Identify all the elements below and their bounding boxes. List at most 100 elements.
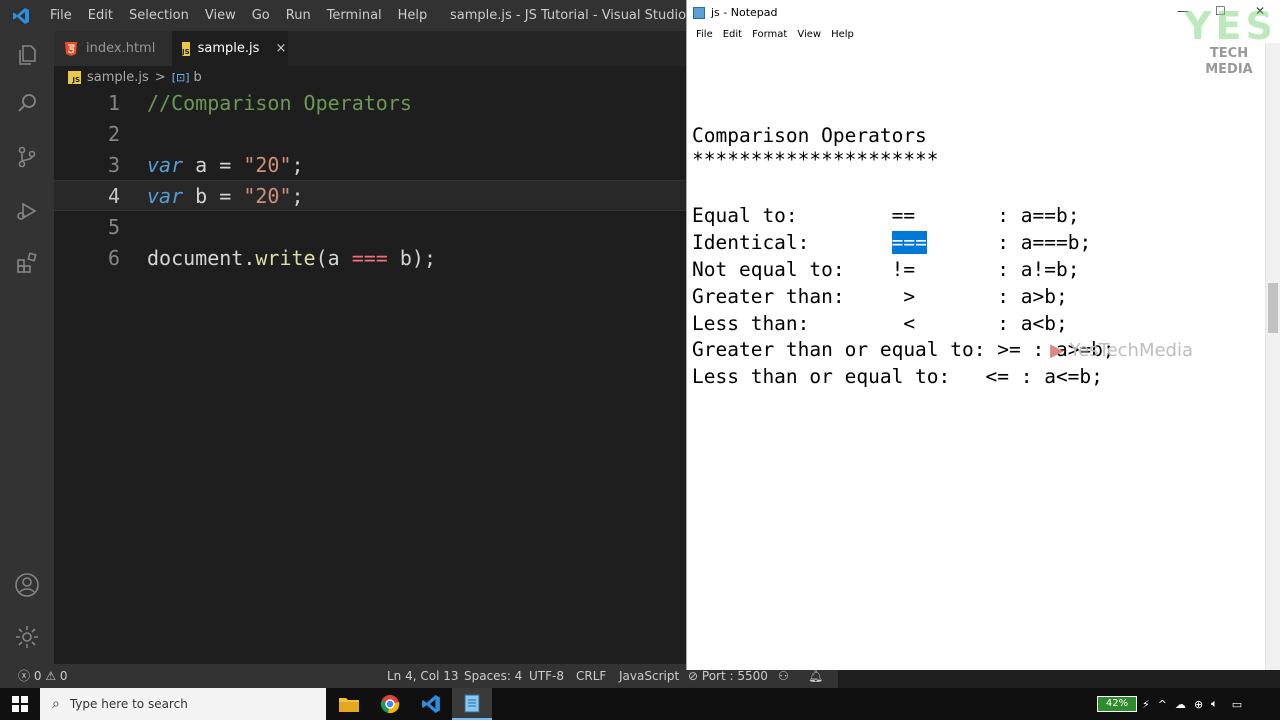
menu-selection[interactable]: Selection bbox=[121, 0, 197, 31]
breadcrumb: JS sample.js > [⊡] b bbox=[54, 66, 686, 88]
file-explorer-icon[interactable] bbox=[329, 688, 369, 720]
js-file-icon: JS bbox=[182, 41, 190, 56]
vscode-taskbar-icon[interactable] bbox=[411, 688, 451, 720]
np-value: : a===b; bbox=[926, 231, 1092, 254]
run-debug-icon[interactable] bbox=[0, 187, 54, 235]
code-object: document. bbox=[147, 246, 256, 270]
indentation[interactable]: Spaces: 4 bbox=[464, 664, 522, 688]
np-row-less: Less than: < : a<b; bbox=[692, 310, 1068, 337]
activity-bar bbox=[0, 31, 54, 664]
np-label: Equal to: bbox=[692, 204, 892, 227]
volume-icon[interactable]: 🔈︎ bbox=[1211, 697, 1218, 711]
system-tray: ⚡︎ ^ ☁︎ ⊕ 🔈︎ ▭ bbox=[1142, 688, 1242, 720]
np-value: < : a<b; bbox=[891, 312, 1068, 335]
brand-watermark: YES TECH MEDIA bbox=[1184, 6, 1274, 78]
breadcrumb-separator: > bbox=[154, 69, 166, 85]
np-label: Greater than: bbox=[692, 285, 892, 308]
taskbar-search[interactable]: ⌕ Type here to search bbox=[40, 688, 326, 720]
extensions-icon[interactable] bbox=[0, 239, 54, 287]
windows-start-icon[interactable] bbox=[0, 688, 40, 720]
menu-go[interactable]: Go bbox=[244, 0, 278, 31]
youtube-logo-icon: ▶ bbox=[1050, 340, 1064, 361]
code-line: 1 //Comparison Operators bbox=[54, 88, 686, 119]
code-line: 3 var a = "20"; bbox=[54, 150, 686, 181]
np-label: Less than or equal to: bbox=[692, 365, 986, 388]
vscode-titlebar: File Edit Selection View Go Run Terminal… bbox=[0, 0, 723, 31]
tab-close-icon[interactable]: × bbox=[275, 41, 286, 56]
power-plug-icon: ⚡︎ bbox=[1142, 697, 1150, 711]
code-comment: //Comparison Operators bbox=[147, 91, 412, 115]
code-punct: ; bbox=[291, 153, 304, 177]
np-value: <= : a<=b; bbox=[985, 365, 1103, 388]
encoding[interactable]: UTF-8 bbox=[529, 664, 564, 688]
warning-count: 0 bbox=[59, 669, 68, 683]
cursor-position[interactable]: Ln 4, Col 13 bbox=[387, 664, 459, 688]
np-menu-help[interactable]: Help bbox=[826, 29, 859, 40]
explorer-icon[interactable] bbox=[0, 31, 54, 79]
np-value: == : a==b; bbox=[891, 204, 1080, 227]
code-line: 2 bbox=[54, 119, 686, 150]
np-heading: Comparison Operators bbox=[692, 124, 927, 147]
language-mode[interactable]: JavaScript bbox=[619, 664, 679, 688]
menu-help[interactable]: Help bbox=[390, 0, 436, 31]
tab-sample-js[interactable]: JS sample.js × bbox=[172, 31, 288, 66]
code-identifier: b bbox=[183, 184, 220, 208]
code-editor[interactable]: 1 //Comparison Operators 2 3 var a = "20… bbox=[54, 88, 686, 664]
code-operator: === bbox=[351, 246, 388, 270]
action-center-icon[interactable]: ▭ bbox=[1232, 698, 1242, 711]
notepad-title: js - Notepad bbox=[711, 6, 778, 19]
variable-symbol-icon: [⊡] bbox=[171, 70, 190, 84]
breadcrumb-file[interactable]: sample.js bbox=[87, 70, 149, 85]
np-value: != : a!=b; bbox=[891, 258, 1080, 281]
code-keyword: var bbox=[147, 153, 184, 177]
notepad-scrollbar[interactable] bbox=[1265, 43, 1280, 670]
menu-file[interactable]: File bbox=[42, 0, 80, 31]
np-menu-file[interactable]: File bbox=[691, 29, 718, 40]
settings-gear-icon[interactable] bbox=[0, 613, 54, 661]
np-label: Less than: bbox=[692, 312, 892, 335]
np-menu-format[interactable]: Format bbox=[747, 29, 792, 40]
chrome-icon[interactable] bbox=[370, 688, 410, 720]
js-file-icon: JS bbox=[68, 70, 81, 84]
code-line-current: 4 var b = "20"; bbox=[54, 180, 686, 211]
scrollbar-thumb[interactable] bbox=[1268, 283, 1278, 333]
notepad-taskbar-icon[interactable] bbox=[452, 688, 492, 720]
network-icon[interactable]: ⊕ bbox=[1194, 698, 1203, 711]
watermark-text: YesTechMedia bbox=[1069, 340, 1194, 361]
np-value: > : a>b; bbox=[891, 285, 1068, 308]
show-hidden-icons-icon[interactable]: ^ bbox=[1158, 698, 1167, 711]
code-identifier: a bbox=[183, 153, 220, 177]
line-number: 2 bbox=[107, 122, 120, 146]
source-control-icon[interactable] bbox=[0, 133, 54, 181]
line-ending[interactable]: CRLF bbox=[576, 664, 606, 688]
vscode-window: File Edit Selection View Go Run Terminal… bbox=[0, 0, 723, 688]
youtube-watermark: ▶ YesTechMedia bbox=[1050, 340, 1193, 361]
menu-edit[interactable]: Edit bbox=[80, 0, 121, 31]
menu-view[interactable]: View bbox=[197, 0, 244, 31]
search-icon: ⌕ bbox=[52, 696, 60, 712]
code-string: "20" bbox=[243, 184, 292, 208]
code-operator: = bbox=[219, 184, 232, 208]
window-title: sample.js - JS Tutorial - Visual Studio … bbox=[450, 8, 724, 23]
notepad-icon bbox=[693, 6, 705, 19]
tab-label: index.html bbox=[86, 41, 156, 56]
np-row-not-equal: Not equal to: != : a!=b; bbox=[692, 256, 1079, 283]
cloud-icon[interactable]: ☁︎ bbox=[1175, 698, 1186, 711]
tab-index-html[interactable]: index.html bbox=[54, 31, 172, 66]
code-function: write bbox=[255, 246, 316, 270]
accounts-icon[interactable] bbox=[0, 561, 54, 609]
search-icon[interactable] bbox=[0, 79, 54, 127]
notepad-text-area[interactable]: Comparison Operators *******************… bbox=[692, 122, 1267, 662]
np-menu-view[interactable]: View bbox=[792, 29, 826, 40]
line-number: 4 bbox=[107, 184, 120, 208]
np-menu-edit[interactable]: Edit bbox=[718, 29, 747, 40]
problems-indicator[interactable]: ⓧ 0 ⚠ 0 bbox=[18, 664, 68, 688]
battery-indicator[interactable]: 42% bbox=[1097, 696, 1137, 712]
tab-label: sample.js bbox=[197, 41, 260, 56]
np-row-identical: Identical: === : a===b; bbox=[692, 229, 1091, 256]
np-label: Not equal to: bbox=[692, 258, 892, 281]
breadcrumb-symbol[interactable]: b bbox=[194, 70, 202, 85]
menu-run[interactable]: Run bbox=[278, 0, 319, 31]
menu-terminal[interactable]: Terminal bbox=[319, 0, 390, 31]
np-stars: ********************* bbox=[692, 148, 939, 171]
